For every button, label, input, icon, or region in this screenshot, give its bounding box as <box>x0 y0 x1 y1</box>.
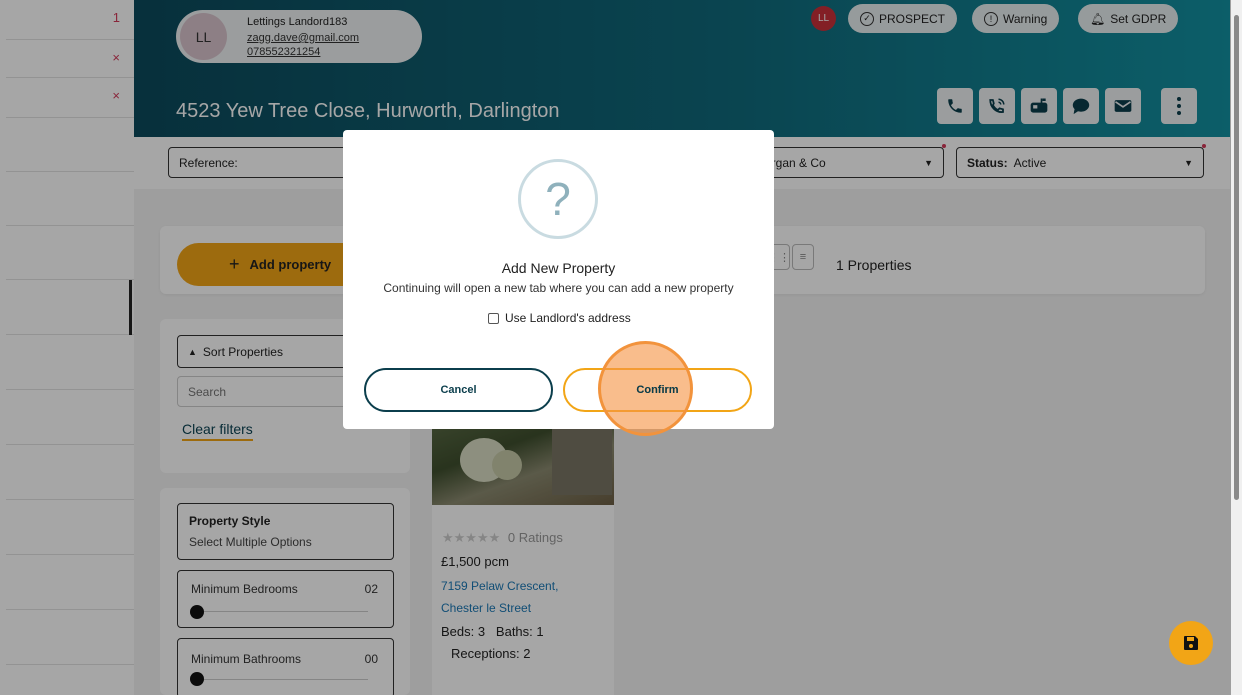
checkbox-box[interactable] <box>488 312 499 324</box>
use-landlord-address-checkbox[interactable]: Use Landlord's address <box>488 311 631 325</box>
save-icon <box>1184 636 1198 650</box>
dialog-title: Add New Property <box>501 260 616 276</box>
confirm-label-overlay: Confirm <box>636 384 679 396</box>
checkbox-label: Use Landlord's address <box>505 311 631 325</box>
scrollbar-thumb[interactable] <box>1234 15 1239 500</box>
save-button[interactable] <box>1169 621 1213 665</box>
dialog-message: Continuing will open a new tab where you… <box>383 281 734 295</box>
question-icon: ? <box>518 159 598 239</box>
scrollbar[interactable] <box>1231 0 1242 695</box>
cancel-button[interactable]: Cancel <box>364 368 553 412</box>
